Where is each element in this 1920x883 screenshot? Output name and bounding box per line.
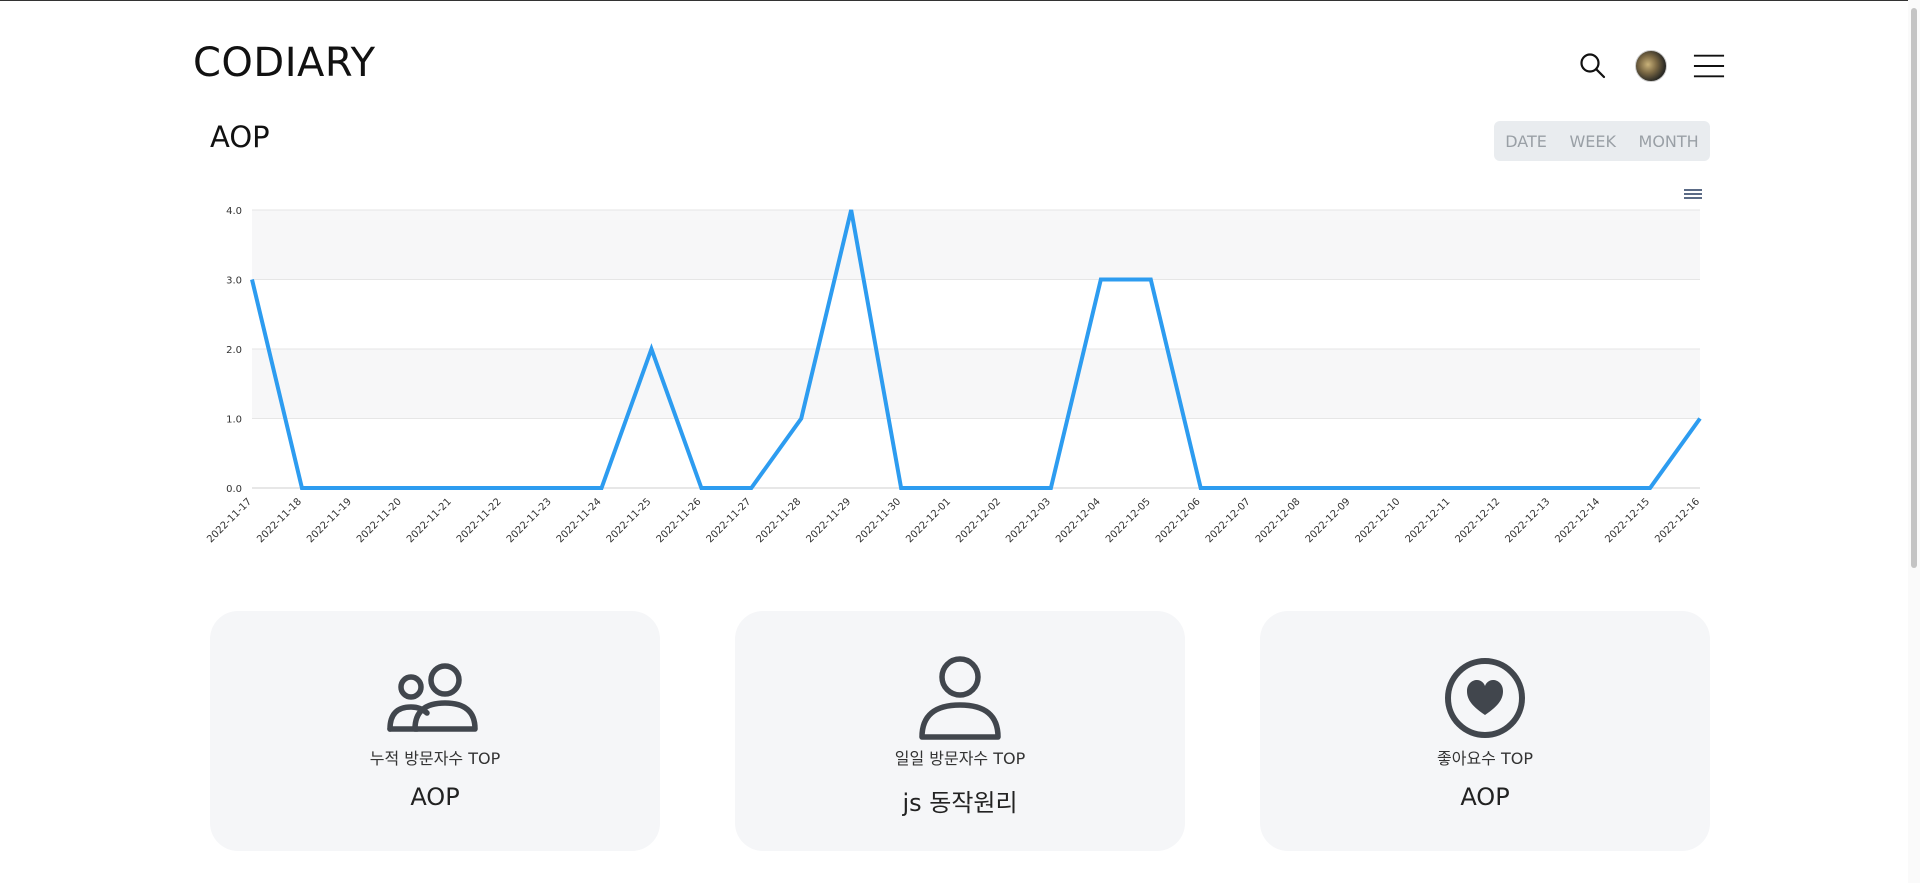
users-icon [210, 655, 660, 741]
x-tick-label: 2022-11-20 [355, 496, 404, 545]
card-value: AOP [410, 783, 460, 811]
y-tick-label: 1.0 [226, 415, 242, 426]
period-button-month[interactable]: MONTH [1631, 132, 1707, 151]
card-value: js 동작원리 [902, 789, 1018, 817]
x-tick-label: 2022-11-27 [705, 496, 754, 545]
x-tick-label: 2022-12-16 [1653, 496, 1702, 545]
x-tick-label: 2022-11-22 [455, 496, 504, 545]
x-tick-label: 2022-12-10 [1354, 496, 1403, 545]
card-label: 좋아요수 TOP [1437, 749, 1533, 768]
x-tick-label: 2022-12-04 [1054, 496, 1103, 545]
period-button-date[interactable]: DATE [1497, 132, 1555, 151]
y-tick-label: 4.0 [226, 206, 242, 217]
x-tick-label: 2022-11-30 [854, 496, 903, 545]
x-tick-label: 2022-11-23 [505, 496, 554, 545]
visits-chart: 0.0 1.0 2.0 3.0 4.0 2022-11-17 2022-11-18 2022-… [200, 180, 1710, 560]
scrollbar-thumb[interactable] [1911, 8, 1917, 568]
x-tick-label: 2022-12-13 [1503, 496, 1552, 545]
user-icon [735, 655, 1185, 741]
card-daily-visitors[interactable]: 일일 방문자수 TOP js 동작원리 [735, 611, 1185, 851]
x-tick-label: 2022-12-12 [1454, 496, 1503, 545]
grid-band [252, 349, 1700, 419]
stats-cards: 누적 방문자수 TOP AOP 일일 방문자수 TOP js 동작원리 좋아요수… [210, 611, 1710, 851]
period-button-week[interactable]: WEEK [1561, 132, 1624, 151]
x-tick-label: 2022-12-05 [1104, 496, 1153, 545]
hamburger-menu-icon[interactable] [1693, 50, 1725, 82]
x-tick-label: 2022-11-18 [255, 496, 304, 545]
grid-band [252, 210, 1700, 280]
x-tick-label: 2022-11-25 [605, 496, 654, 545]
card-label: 일일 방문자수 TOP [894, 749, 1026, 768]
x-tick-label: 2022-12-15 [1603, 496, 1652, 545]
x-tick-label: 2022-11-17 [205, 496, 254, 545]
x-tick-label: 2022-11-29 [804, 496, 853, 545]
x-tick-label: 2022-12-11 [1404, 496, 1453, 545]
x-tick-label: 2022-11-24 [555, 496, 604, 545]
x-tick-label: 2022-12-07 [1204, 496, 1253, 545]
card-value: AOP [1460, 783, 1510, 811]
x-tick-label: 2022-12-09 [1304, 496, 1353, 545]
top-border [0, 0, 1920, 1]
site-logo[interactable]: CODIARY [193, 40, 376, 86]
x-tick-label: 2022-11-21 [405, 496, 454, 545]
search-icon[interactable] [1577, 50, 1609, 82]
x-tick-label: 2022-11-28 [754, 496, 803, 545]
card-likes[interactable]: 좋아요수 TOP AOP [1260, 611, 1710, 851]
card-total-visitors[interactable]: 누적 방문자수 TOP AOP [210, 611, 660, 851]
heart-circle-icon [1260, 655, 1710, 741]
x-tick-label: 2022-12-14 [1553, 496, 1602, 545]
line-chart: 0.01.02.03.04.02022-11-17 2022-11-18 2022-… [205, 206, 1702, 545]
x-tick-label: 2022-12-06 [1154, 496, 1203, 545]
x-tick-label: 2022-12-03 [1004, 496, 1053, 545]
page-title: AOP [210, 120, 270, 154]
x-tick-label: 2022-11-19 [305, 496, 354, 545]
y-tick-label: 0.0 [226, 484, 242, 495]
x-tick-label: 2022-12-08 [1254, 496, 1303, 545]
y-tick-label: 3.0 [226, 276, 242, 287]
x-tick-label: 2022-11-26 [655, 496, 704, 545]
card-label: 누적 방문자수 TOP [369, 749, 501, 768]
x-tick-label: 2022-12-02 [954, 496, 1003, 545]
x-tick-label: 2022-12-01 [904, 496, 953, 545]
y-tick-label: 2.0 [226, 345, 242, 356]
header-actions [1577, 50, 1725, 82]
period-selector: DATE WEEK MONTH [1494, 121, 1710, 161]
page-scrollbar[interactable] [1908, 0, 1920, 883]
avatar[interactable] [1635, 50, 1667, 82]
